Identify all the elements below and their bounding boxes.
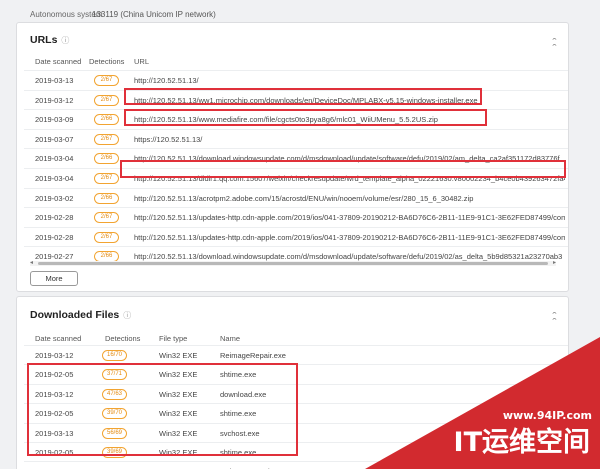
scan-date: 2019-03-04 [35,174,74,183]
urls-title: URLs ⓘ [30,34,69,46]
url-link[interactable]: https://120.52.51.13/ [134,135,565,144]
horizontal-scrollbar[interactable]: ◂ ▸ [30,259,556,266]
detection-badge[interactable]: 2/67 [94,212,119,224]
scan-date: 2019-03-12 [35,95,74,105]
table-row[interactable]: 2019-03-07 2/67 https://120.52.51.13/ [24,128,568,148]
detection-badge[interactable]: 16/70 [102,350,128,361]
detection-badge[interactable]: 37/71 [102,369,128,381]
file-type: Win32 EXE [159,428,198,438]
url-link[interactable]: http://120.52.51.13/updates-http.cdn-app… [134,213,565,222]
url-link[interactable]: http://120.52.51.13/www.mediafire.com/fi… [134,115,565,124]
table-row[interactable]: 2019-03-09 2/66 http://120.52.51.13/www.me… [24,109,568,128]
info-icon[interactable]: ⓘ [61,36,69,45]
urls-title-text: URLs [30,34,58,46]
scan-date: 2019-02-28 [35,213,74,223]
scan-date: 2019-03-04 [35,154,74,164]
table-row[interactable]: 2019-03-04 2/67 http://120.52.51.13/dldir1… [24,168,568,187]
collapse-icon[interactable]: ˆˆ [552,38,556,53]
url-link[interactable]: http://120.52.51.13/updates-http.cdn-app… [134,233,565,242]
file-name-link[interactable]: shtime.exe [220,409,256,418]
detection-badge[interactable]: 2/66 [94,114,119,126]
url-link[interactable]: http://120.52.51.13/acrotpm2.adobe.com/1… [134,194,565,203]
file-name-link[interactable]: shtime.exe [220,448,256,457]
file-type: Win32 EXE [159,448,198,457]
detection-badge[interactable]: 2/67 [94,173,119,184]
detection-badge[interactable]: 2/67 [94,94,119,106]
scan-date: 2019-03-12 [35,389,74,399]
detection-badge[interactable]: 2/66 [94,192,119,204]
url-link[interactable]: http://120.52.51.13/dldir1.qq.com:15607/… [134,174,565,183]
scan-date: 2019-02-05 [35,409,74,419]
file-type: Win32 EXE [159,409,198,419]
scan-date: 2019-03-13 [35,76,74,85]
detection-badge[interactable]: 2/67 [94,231,119,243]
file-type: Win32 EXE [159,351,198,360]
watermark-text: IT运维空间 [453,427,590,458]
col-filetype[interactable]: File type [159,334,187,343]
table-row[interactable]: 2019-02-05 37/71 Win32 EXE shtime.exe [24,364,568,383]
files-title: Downloaded Files ⓘ [30,309,131,321]
scan-date: 2019-02-28 [35,232,74,242]
file-name-link[interactable]: svchost.exe [220,429,260,438]
scroll-left-icon[interactable]: ◂ [30,259,33,266]
url-link[interactable]: http://120.52.51.13/ww1.microchip.com/do… [134,96,565,105]
scan-date: 2019-02-05 [35,370,74,380]
files-title-text: Downloaded Files [30,309,120,321]
col-date[interactable]: Date scanned [35,334,81,343]
detection-badge[interactable]: 2/67 [94,75,119,86]
detection-badge[interactable]: 39/69 [102,447,128,458]
table-row[interactable]: 2019-03-13 2/67 http://120.52.51.13/ [24,70,568,89]
detection-badge[interactable]: 2/67 [94,133,119,145]
table-row[interactable]: 2019-03-04 2/66 http://120.52.51.13/downlo… [24,148,568,167]
col-date[interactable]: Date scanned [35,57,81,66]
col-detections[interactable]: Detections [105,334,140,343]
info-icon[interactable]: ⓘ [123,311,131,320]
table-row[interactable]: 2019-03-12 47/63 Win32 EXE download.exe [24,383,568,403]
scan-date: 2019-03-02 [35,193,74,203]
detection-badge[interactable]: 39/70 [102,408,128,420]
url-link[interactable]: http://120.52.51.13/download.windowsupda… [134,154,565,163]
file-type: Win32 EXE [159,389,198,399]
scan-date: 2019-03-09 [35,115,74,125]
more-button[interactable]: More [30,271,78,286]
scroll-right-icon[interactable]: ▸ [553,259,556,266]
table-row[interactable]: 2019-03-12 16/70 Win32 EXE ReimageRepair.ex… [24,345,568,364]
file-type: Win32 EXE [159,370,198,380]
table-row[interactable]: 2019-03-02 2/66 http://120.52.51.13/acrotp… [24,187,568,207]
file-name-link[interactable]: ReimageRepair.exe [220,351,286,360]
scan-date: 2019-03-12 [35,351,74,360]
scan-date: 2019-03-13 [35,428,74,438]
detection-badge[interactable]: 47/63 [102,388,128,400]
file-name-link[interactable]: download.exe [220,390,266,399]
url-link[interactable]: http://120.52.51.13/ [134,76,565,85]
as-value: 133119 (China Unicom IP network) [92,10,216,19]
collapse-icon[interactable]: ˆˆ [552,312,556,327]
detection-badge[interactable]: 56/69 [102,427,128,439]
table-row[interactable]: 2019-02-28 2/67 http://120.52.51.13/update… [24,226,568,246]
col-detections[interactable]: Detections [89,57,124,66]
table-row[interactable]: 2019-02-28 2/67 http://120.52.51.13/update… [24,207,568,226]
scan-date: 2019-03-07 [35,134,74,144]
file-name-link[interactable]: shtime.exe [220,370,256,379]
col-url[interactable]: URL [134,57,149,66]
scan-date: 2019-02-05 [35,448,74,457]
scrollbar-thumb[interactable] [38,262,548,265]
table-row[interactable]: 2019-03-12 2/67 http://120.52.51.13/ww1.mi… [24,89,568,109]
urls-section: URLs ⓘ ˆˆ Date scanned Detections URL 201… [16,22,569,292]
detection-badge[interactable]: 2/66 [94,153,119,165]
col-name[interactable]: Name [220,334,240,343]
